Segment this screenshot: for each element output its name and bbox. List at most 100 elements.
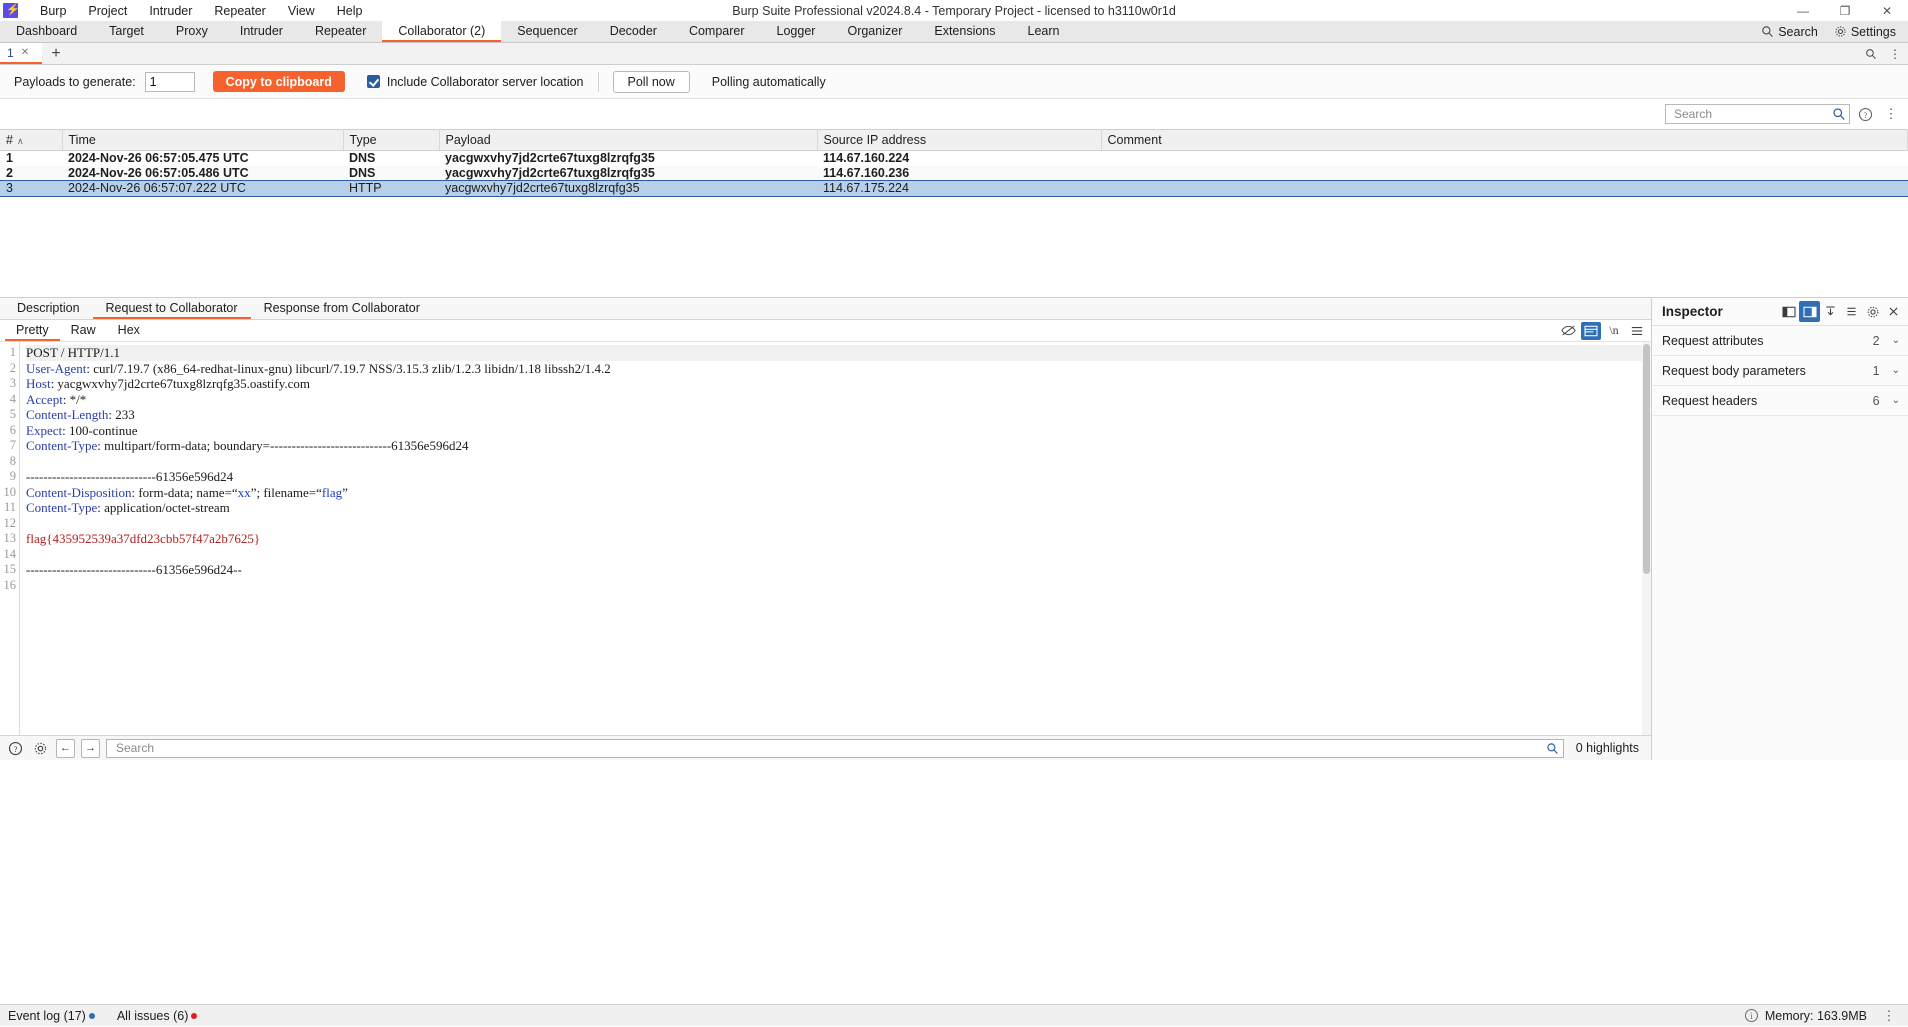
include-server-location-checkbox[interactable]	[367, 75, 380, 88]
gear-icon[interactable]	[1862, 301, 1883, 322]
tab-extensions[interactable]: Extensions	[918, 21, 1011, 42]
tab-sequencer[interactable]: Sequencer	[501, 21, 593, 42]
tab-proxy[interactable]: Proxy	[160, 21, 224, 42]
cell-source-ip: 114.67.160.224	[817, 151, 1101, 167]
menu-item-help[interactable]: Help	[326, 2, 374, 20]
more-vertical-icon[interactable]: ⋮	[1878, 1005, 1900, 1027]
editor-scrollbar-thumb[interactable]	[1643, 344, 1650, 574]
toolbar-divider	[598, 72, 599, 92]
tab-comparer[interactable]: Comparer	[673, 21, 761, 42]
status-event-log[interactable]: Event log (17)	[8, 1009, 95, 1023]
copy-to-clipboard-button[interactable]: Copy to clipboard	[213, 71, 345, 92]
list-lines-icon[interactable]	[1627, 322, 1647, 340]
inspector-title: Inspector	[1662, 304, 1778, 319]
tab-intruder[interactable]: Intruder	[224, 21, 299, 42]
plus-icon[interactable]: +	[42, 43, 70, 64]
maximize-icon[interactable]: ❐	[1824, 0, 1866, 21]
layout-right-icon[interactable]	[1799, 301, 1820, 322]
tab-target[interactable]: Target	[93, 21, 160, 42]
code-line: Host: yacgwxvhy7jd2crte67tuxg8lzrqfg35.o…	[26, 376, 1651, 392]
arrow-right-icon[interactable]: →	[81, 739, 100, 758]
tab-collaborator[interactable]: Collaborator (2)	[382, 21, 501, 42]
status-all-issues[interactable]: All issues (6)	[117, 1009, 198, 1023]
memory-usage-label: Memory: 163.9MB	[1765, 1009, 1867, 1023]
info-circle-icon[interactable]: i	[1745, 1009, 1758, 1022]
question-circle-icon[interactable]: ?	[6, 739, 25, 758]
layout-left-icon[interactable]	[1778, 301, 1799, 322]
menu-item-intruder[interactable]: Intruder	[138, 2, 203, 20]
word-wrap-panel-icon[interactable]	[1581, 322, 1601, 340]
results-search-input[interactable]	[1672, 106, 1832, 122]
collapse-all-icon[interactable]	[1820, 301, 1841, 322]
show-newlines-icon[interactable]: \n	[1604, 322, 1624, 340]
poll-now-button[interactable]: Poll now	[613, 71, 690, 93]
session-tab-1[interactable]: 1 ✕	[0, 43, 42, 64]
all-issues-label: All issues (6)	[117, 1009, 189, 1023]
request-code[interactable]: POST / HTTP/1.1User-Agent: curl/7.19.7 (…	[20, 342, 1651, 735]
global-search-button[interactable]: Search	[1753, 21, 1826, 42]
column-header-source-ip[interactable]: Source IP address	[817, 130, 1101, 151]
include-server-location-row[interactable]: Include Collaborator server location	[367, 75, 584, 89]
menu-item-project[interactable]: Project	[77, 2, 138, 20]
code-line: ------------------------------61356e596d…	[26, 469, 1651, 485]
close-icon[interactable]	[1883, 301, 1904, 322]
more-vertical-icon[interactable]: ⋮	[1880, 103, 1902, 125]
magnifier-icon[interactable]	[1546, 742, 1559, 755]
column-header-time[interactable]: Time	[62, 130, 343, 151]
menu-item-view[interactable]: View	[277, 2, 326, 20]
inspector-section-request-body-parameters[interactable]: Request body parameters 1 ⌄	[1652, 356, 1908, 386]
editor-search-box[interactable]	[106, 739, 1564, 758]
request-editor[interactable]: 12345678910111213141516 POST / HTTP/1.1U…	[0, 342, 1651, 735]
header-name: Accept	[26, 392, 63, 407]
minimize-panel-icon[interactable]	[1841, 301, 1862, 322]
tab-hex[interactable]: Hex	[107, 320, 151, 341]
line-number: 15	[0, 562, 16, 578]
tab-decoder[interactable]: Decoder	[594, 21, 673, 42]
table-row[interactable]: 1 2024-Nov-26 06:57:05.475 UTC DNS yacgw…	[0, 151, 1908, 167]
tab-learn[interactable]: Learn	[1012, 21, 1076, 42]
minimize-icon[interactable]: —	[1782, 0, 1824, 21]
menu-item-repeater[interactable]: Repeater	[203, 2, 276, 20]
code-line: Content-Type: application/octet-stream	[26, 500, 1651, 516]
column-header-payload[interactable]: Payload	[439, 130, 817, 151]
menu-item-burp[interactable]: Burp	[29, 2, 77, 20]
results-search-box[interactable]	[1665, 104, 1850, 124]
column-header-number[interactable]: #∧	[0, 130, 62, 151]
column-header-type[interactable]: Type	[343, 130, 439, 151]
code-line: Expect: 100-continue	[26, 423, 1651, 439]
header-name: User-Agent	[26, 361, 86, 376]
table-row[interactable]: 2 2024-Nov-26 06:57:05.486 UTC DNS yacgw…	[0, 166, 1908, 181]
question-circle-icon[interactable]: ?	[1854, 103, 1876, 125]
magnifier-icon[interactable]	[1832, 107, 1846, 121]
cell-source-ip: 114.67.175.224	[817, 181, 1101, 196]
tab-request-to-collaborator[interactable]: Request to Collaborator	[93, 298, 251, 319]
payloads-count-input[interactable]	[145, 72, 195, 92]
close-small-icon[interactable]: ✕	[21, 47, 29, 58]
inspector-section-request-headers[interactable]: Request headers 6 ⌄	[1652, 386, 1908, 416]
tab-organizer[interactable]: Organizer	[831, 21, 918, 42]
editor-scrollbar-track[interactable]	[1642, 342, 1651, 735]
settings-button[interactable]: Settings	[1826, 21, 1904, 42]
tab-raw[interactable]: Raw	[60, 320, 107, 341]
arrow-left-icon[interactable]: ←	[56, 739, 75, 758]
tab-pretty[interactable]: Pretty	[5, 320, 60, 341]
close-icon[interactable]: ✕	[1866, 0, 1908, 21]
more-vertical-icon[interactable]: ⋮	[1884, 44, 1906, 64]
tab-response-from-collaborator[interactable]: Response from Collaborator	[251, 298, 433, 319]
table-row[interactable]: 3 2024-Nov-26 06:57:07.222 UTC HTTP yacg…	[0, 181, 1908, 196]
tab-dashboard[interactable]: Dashboard	[0, 21, 93, 42]
gear-icon[interactable]	[31, 739, 50, 758]
chevron-down-icon[interactable]: ⌄	[1892, 335, 1900, 346]
chevron-down-icon[interactable]: ⌄	[1892, 365, 1900, 376]
code-text: ”	[342, 485, 348, 500]
eye-off-icon[interactable]	[1558, 322, 1578, 340]
inspector-section-request-attributes[interactable]: Request attributes 2 ⌄	[1652, 326, 1908, 356]
tab-description[interactable]: Description	[4, 298, 93, 319]
chevron-down-icon[interactable]: ⌄	[1892, 395, 1900, 406]
tab-logger[interactable]: Logger	[761, 21, 832, 42]
code-line	[26, 454, 1651, 470]
editor-search-input[interactable]	[114, 740, 1546, 756]
column-header-comment[interactable]: Comment	[1101, 130, 1908, 151]
search-icon[interactable]	[1860, 44, 1882, 64]
tab-repeater[interactable]: Repeater	[299, 21, 382, 42]
